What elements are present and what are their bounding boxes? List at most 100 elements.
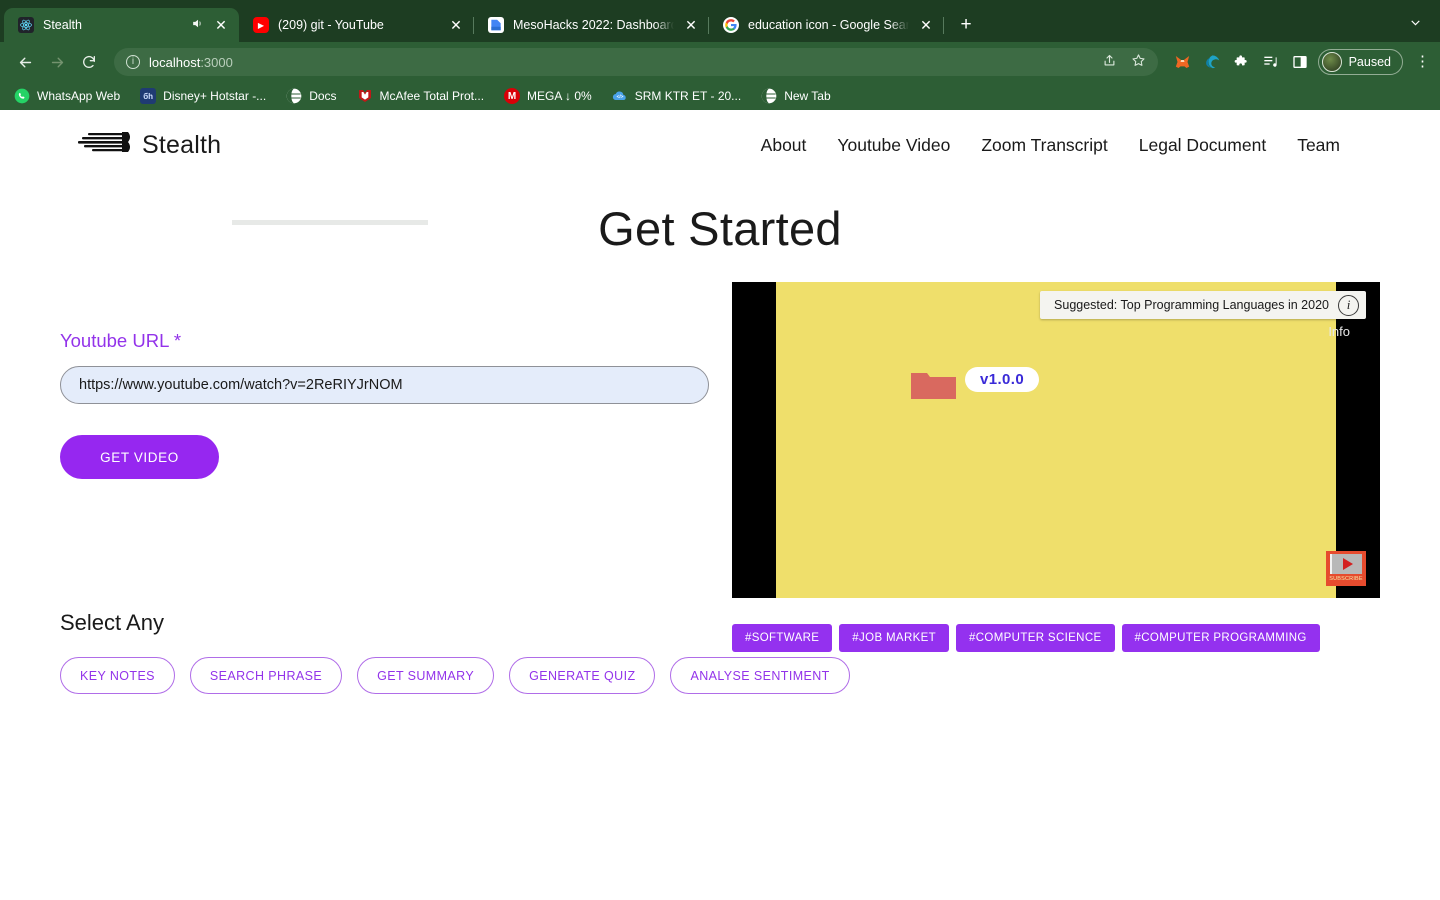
bookmark-label: Docs [309,89,337,103]
bookmark-mega[interactable]: M MEGA ↓ 0% [504,88,592,104]
address-bar[interactable]: i localhost:3000 [114,48,1158,76]
bookmark-label: McAfee Total Prot... [379,89,485,103]
extension-icons [1168,54,1308,71]
play-triangle-icon [1343,558,1353,570]
bookmark-mcafee[interactable]: McAfee Total Prot... [357,88,485,104]
puzzle-extensions-icon[interactable] [1234,54,1250,70]
bookmark-label: Disney+ Hotstar -... [163,89,267,103]
bookmark-label: New Tab [784,89,831,103]
url-host: localhost [149,54,201,70]
browser-tab-youtube[interactable]: ▶ (209) git - YouTube ✕ [239,8,474,42]
bookmark-new-tab[interactable]: New Tab [761,88,831,104]
info-icon[interactable]: i [1338,294,1359,316]
docs-icon [488,17,504,33]
bookmark-label: SRM KTR ET - 20... [634,89,742,103]
form-column: Youtube URL * GET VIDEO Select Any KEY N… [60,274,850,694]
react-icon [18,17,34,33]
tab-title: Stealth [43,18,82,32]
tag-job-market[interactable]: #JOB MARKET [839,624,950,652]
bookmark-whatsapp-web[interactable]: WhatsApp Web [14,88,120,104]
bookmark-label: WhatsApp Web [37,89,121,103]
share-icon[interactable] [1102,53,1117,71]
new-tab-button[interactable]: + [952,11,980,39]
tab-close-icon[interactable]: ✕ [213,18,229,32]
forward-button[interactable] [42,47,72,77]
tab-title: education icon - Google Search [748,18,909,32]
bookmark-star-icon[interactable] [1131,53,1146,71]
reload-button[interactable] [74,47,104,77]
youtube-url-label-text: Youtube URL [60,330,169,351]
tab-title: MesoHacks 2022: Dashboard | [513,18,674,32]
omnibox-actions [1102,53,1146,71]
side-panel-icon[interactable] [1292,54,1308,70]
profile-status-label: Paused [1348,55,1391,69]
tab-strip: Stealth ✕ ▶ (209) git - YouTube ✕ MesoHa… [0,0,1440,42]
tab-close-icon[interactable]: ✕ [683,18,699,32]
required-mark: * [173,330,182,351]
info-label: Info [1328,324,1350,339]
address-bar-url: localhost:3000 [149,55,233,70]
nav-link-zoom-transcript[interactable]: Zoom Transcript [981,135,1107,156]
back-button[interactable] [10,47,40,77]
suggested-video-card[interactable]: Suggested: Top Programming Languages in … [1040,291,1366,319]
page-loading-bar [232,220,428,225]
hotstar-icon: бh [140,88,157,104]
bookmark-srm-ktr[interactable]: </> SRM KTR ET - 20... [612,88,741,104]
option-get-summary[interactable]: GET SUMMARY [357,657,495,694]
option-generate-quiz[interactable]: GENERATE QUIZ [509,657,656,694]
brand-name: Stealth [142,131,222,159]
tag-software[interactable]: #SOFTWARE [732,624,833,652]
youtube-url-input[interactable] [60,366,709,404]
brand-logo[interactable]: Stealth [78,128,221,163]
option-key-notes[interactable]: KEY NOTES [60,657,175,694]
option-search-phrase[interactable]: SEARCH PHRASE [189,657,343,694]
edge-icon[interactable] [1204,54,1221,71]
nav-link-team[interactable]: Team [1297,135,1340,156]
newtab-globe-icon [761,88,777,104]
mega-icon: M [504,88,521,104]
bookmark-docs[interactable]: Docs [286,88,337,104]
avatar [1321,52,1342,72]
site-info-icon[interactable]: i [126,55,140,69]
metamask-icon[interactable] [1174,54,1191,70]
tab-title: (209) git - YouTube [278,18,384,32]
subscribe-watermark-button[interactable]: SUBSCRIBE [1326,551,1366,586]
nav-link-legal-document[interactable]: Legal Document [1139,135,1266,156]
url-port: :3000 [200,54,233,70]
whatsapp-icon [14,88,30,104]
nav-link-about[interactable]: About [761,135,807,156]
tab-close-icon[interactable]: ✕ [448,18,464,32]
browser-menu-icon[interactable]: ⋮ [1415,54,1430,69]
video-tags: #SOFTWARE #JOB MARKET #COMPUTER SCIENCE … [732,624,1380,652]
site-navigation: About Youtube Video Zoom Transcript Lega… [761,135,1340,156]
browser-tab-stealth[interactable]: Stealth ✕ [4,8,239,42]
nav-link-youtube-video[interactable]: Youtube Video [837,135,950,156]
tag-computer-science[interactable]: #COMPUTER SCIENCE [956,624,1115,652]
video-frame: v1.0.0 [776,282,1336,598]
bookmark-label: MEGA ↓ 0% [527,89,592,103]
tab-close-icon[interactable]: ✕ [918,18,934,32]
browser-tab-google-search[interactable]: education icon - Google Search ✕ [709,8,944,42]
reading-list-icon[interactable] [1263,54,1279,70]
select-any-options: KEY NOTES SEARCH PHRASE GET SUMMARY GENE… [60,657,850,694]
tab-audio-icon[interactable] [191,17,204,33]
youtube-icon: ▶ [253,17,269,33]
bookmarks-bar: WhatsApp Web бh Disney+ Hotstar -... Doc… [0,82,1440,110]
get-video-button[interactable]: GET VIDEO [60,435,219,479]
select-any-title: Select Any [60,610,164,635]
profile-button[interactable]: Paused [1317,49,1403,75]
video-player[interactable]: v1.0.0 Suggested: Top Programming Langua… [732,282,1380,598]
stealth-speedlines-icon [78,128,138,163]
bookmark-disney-hotstar[interactable]: бh Disney+ Hotstar -... [140,88,266,104]
mcafee-icon [357,88,373,104]
docs-globe-icon [286,88,302,104]
google-icon [723,17,739,33]
browser-window: Stealth ✕ ▶ (209) git - YouTube ✕ MesoHa… [0,0,1440,110]
tab-search-chevron-down-icon[interactable] [1409,16,1422,32]
play-icon [1330,554,1362,574]
youtube-url-label: Youtube URL * [60,330,732,352]
browser-tab-mesohacks[interactable]: MesoHacks 2022: Dashboard | ✕ [474,8,709,42]
main-columns: Youtube URL * GET VIDEO Select Any KEY N… [0,274,1440,694]
browser-toolbar: i localhost:3000 Paused ⋮ [0,42,1440,82]
tag-computer-programming[interactable]: #COMPUTER PROGRAMMING [1121,624,1320,652]
